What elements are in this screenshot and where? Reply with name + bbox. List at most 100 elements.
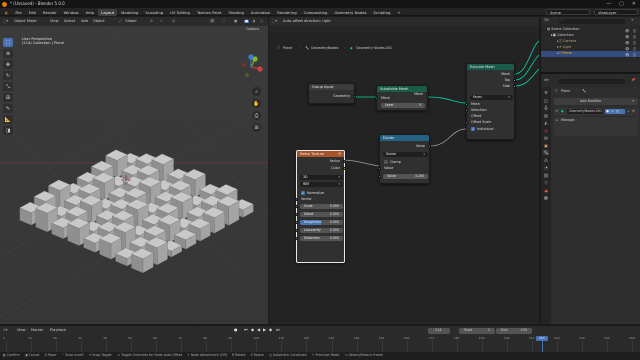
tab-animation[interactable]: Animation [248, 9, 273, 16]
mode-selector[interactable]: Object Mode [14, 19, 37, 24]
timeline-type-icon[interactable]: ⏱▾ [3, 328, 8, 333]
world-tab-icon[interactable]: ◍ [544, 128, 548, 133]
scale-field[interactable]: Scale 5.000 [300, 204, 343, 209]
next-keyframe-icon[interactable]: ◆ [269, 328, 272, 332]
node-preview-icon[interactable]: ◔ [338, 151, 342, 156]
socket-scale-in[interactable] [295, 205, 299, 209]
constraints-tab-icon[interactable]: ⛓ [543, 173, 548, 178]
viewport-menu-view[interactable]: View [50, 19, 59, 24]
view-layer-tab-icon[interactable]: ▨ [544, 113, 548, 118]
physics-tab-icon[interactable]: ◔ [544, 165, 548, 170]
timeline-menu-marker[interactable]: Marker [31, 328, 43, 333]
render-display-icon[interactable]: ◫ [616, 109, 619, 113]
socket-mesh-in[interactable] [375, 97, 379, 101]
properties-editor[interactable]: ⚒ ◫ ⎙ ▨ ◭ ◍ ▤ ▣ 🔧 ⁂ ◔ ⛓ ▽ ◕ ▩ ▽ Plane › … [541, 87, 640, 324]
tab-texture-paint[interactable]: Texture Paint [194, 9, 225, 16]
add-cube-tool-icon[interactable]: ◨ [3, 126, 13, 135]
node-extrude-mesh[interactable]: Extrude Mesh Mesh Top Side Faces ▾ Mesh … [465, 63, 516, 140]
navigation-gizmo[interactable] [238, 54, 264, 80]
modifier-delete-icon[interactable]: ✕ [632, 109, 635, 113]
collapse-chevron-icon[interactable]: ▸ [556, 118, 558, 122]
render-tab-icon[interactable]: ◫ [544, 98, 548, 103]
solid-shading-icon[interactable]: ● [244, 19, 250, 24]
prev-keyframe-icon[interactable]: ◆ [251, 328, 254, 332]
record-icon[interactable]: ● [234, 328, 238, 332]
play-icon[interactable]: ▶ [263, 328, 266, 332]
visibility-icon[interactable]: 👁 [210, 19, 215, 24]
modifier-name-input[interactable]: GeometryNodes.001 [567, 109, 603, 114]
viewport-display-icon[interactable]: ▭ [611, 109, 614, 113]
tab-layout[interactable]: Layout [98, 8, 118, 16]
add-modifier-button[interactable]: Add Modifier ▾ [554, 98, 638, 105]
options-dropdown[interactable]: Options [246, 27, 259, 31]
overlays-icon[interactable]: ◌ [222, 19, 225, 24]
menu-help[interactable]: Help [83, 9, 98, 16]
socket-selection-in[interactable] [465, 109, 469, 113]
normalize-checkbox[interactable]: ✓ [301, 191, 305, 195]
viewport-menu-select[interactable]: Select [64, 19, 75, 24]
outliner-item-scene-collection[interactable]: ▤ Scene Collection [547, 27, 579, 31]
jump-end-icon[interactable]: ⏭ [276, 328, 280, 332]
object-tab-icon[interactable]: ▣ [544, 143, 548, 148]
outliner-item-light[interactable]: ▸✦ Light [557, 45, 571, 49]
transform-orientation-selector[interactable]: Global [125, 19, 136, 24]
collapse-chevron-icon[interactable]: ▾ [556, 109, 558, 113]
properties-type-icon[interactable]: ⚙▾ [544, 78, 549, 82]
level-field[interactable]: Level 3 [381, 103, 425, 108]
modifier-tab-icon[interactable]: 🔧 [542, 150, 550, 155]
viewport-menu-object[interactable]: Object [93, 19, 105, 24]
texture-tab-icon[interactable]: ▩ [544, 195, 548, 200]
eye-icon[interactable]: 👁 [625, 52, 629, 58]
extrude-mode-dropdown[interactable]: Faces ▾ [470, 95, 513, 100]
start-frame-field[interactable]: Start 1 [459, 327, 495, 334]
timeline-ruler[interactable]: 0 10 20 30 40 50 60 70 80 90 100 110 120 130 140 150 160… [0, 336, 640, 353]
transform-tool-icon[interactable]: ⊞ [3, 93, 13, 102]
socket-offset-scale-in[interactable] [465, 121, 469, 125]
menu-file[interactable]: File [12, 9, 24, 16]
node-editor[interactable]: ⬚▾ Auto-offset direction: right ▽ Plane … [269, 17, 539, 324]
socket-value-in[interactable] [378, 167, 382, 171]
detail-field[interactable]: Detail 2.000 [300, 212, 343, 217]
timeline[interactable]: ⏱▾ View Marker Playback ● ⏮ ◆ ◀ ▶ ◆ ⏭ 21… [0, 325, 640, 353]
pivot-icon[interactable]: ⊙ [150, 19, 153, 24]
camera-view-icon[interactable]: ⎙ [252, 111, 261, 120]
scene-selector[interactable]: Scene [546, 9, 590, 15]
manage-panel[interactable]: Manage [561, 118, 574, 122]
material-shading-icon[interactable]: ◑ [252, 19, 255, 24]
socket-offset-in[interactable] [465, 115, 469, 119]
scale-tool-icon[interactable]: ⤡ [3, 82, 13, 91]
tab-sculpting[interactable]: Sculpting [142, 9, 166, 16]
3d-viewport[interactable]: ⬚▾ Object Mode View Select Add Object ⤢ … [0, 17, 268, 324]
outliner-search-input[interactable] [559, 18, 625, 24]
pan-hand-icon[interactable]: ✋ [252, 99, 261, 108]
zoom-icon[interactable]: ⌕ [252, 87, 261, 96]
distortion-field[interactable]: Distortion 0.000 [300, 236, 343, 241]
outliner[interactable]: ☰▾ ⌕ ⏷ ▤ Scene Collection ▸▣ Collection … [541, 17, 640, 74]
noise-dimension-dropdown[interactable]: 3D ▾ [300, 175, 343, 180]
outliner-item-plane[interactable]: ▸▽ Plane [557, 51, 572, 55]
socket-lacunarity-in[interactable] [295, 229, 299, 233]
measure-tool-icon[interactable]: 📐 [3, 115, 13, 124]
data-tab-icon[interactable]: ▽ [544, 180, 547, 185]
maximize-button[interactable]: ▢ [619, 1, 624, 7]
camera-render-icon[interactable]: ◫ [633, 52, 636, 58]
rendered-shading-icon[interactable]: ○ [260, 19, 263, 24]
play-reverse-icon[interactable]: ◀ [257, 328, 260, 332]
node-subdivide-mesh[interactable]: Subdivide Mesh Mesh Mesh Level 3 [375, 85, 429, 111]
minimize-button[interactable]: — [606, 1, 611, 7]
cursor-tool-icon[interactable]: ⊕ [3, 49, 13, 58]
rotate-tool-icon[interactable]: ↻ [3, 71, 13, 80]
tab-modeling[interactable]: Modeling [118, 9, 141, 16]
menu-window[interactable]: Window [61, 9, 82, 16]
node-divide[interactable]: Divide Value Divide ▾ Clamp Value Value … [378, 134, 431, 184]
menu-render[interactable]: Render [40, 9, 60, 16]
ortho-grid-icon[interactable]: ⊞ [252, 123, 261, 132]
jump-start-icon[interactable]: ⏮ [244, 328, 248, 332]
material-tab-icon[interactable]: ◕ [544, 188, 548, 193]
select-box-tool-icon[interactable]: ⬚ [3, 38, 13, 47]
node-noise-texture[interactable]: Noise Texture ◔ Factor Color 3D ▾ fBM ▾ … [295, 150, 346, 263]
modifier-menu-icon[interactable]: ⌄ [627, 109, 630, 113]
outliner-item-camera[interactable]: ▸◫ Camera [557, 39, 576, 43]
particles-tab-icon[interactable]: ⁂ [544, 158, 548, 163]
individual-checkbox[interactable]: ✓ [471, 127, 475, 131]
